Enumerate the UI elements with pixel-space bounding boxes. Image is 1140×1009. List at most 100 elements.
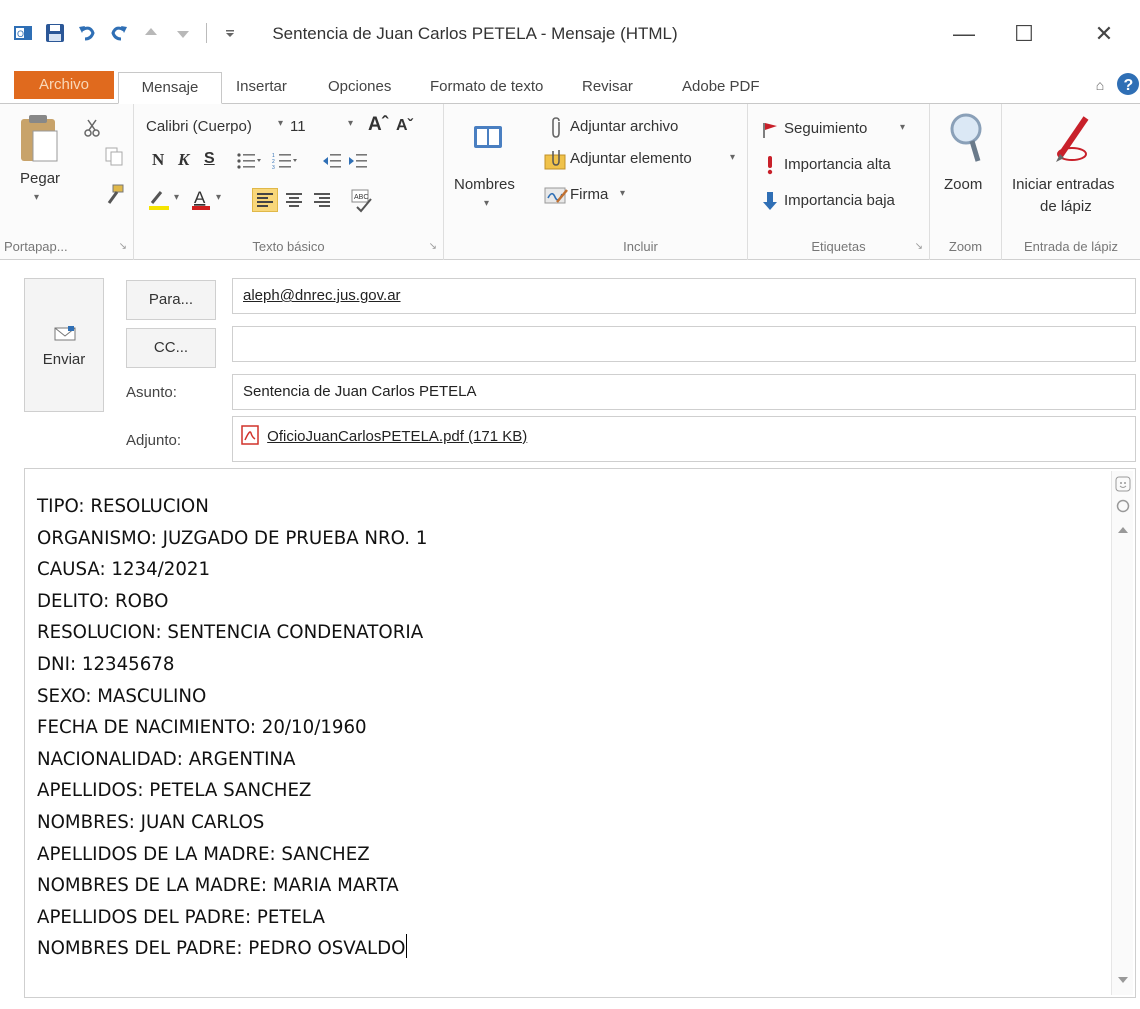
attachment-file[interactable]: OficioJuanCarlosPETELA.pdf (171 KB) [267, 428, 527, 445]
signature-button[interactable]: Firma [570, 186, 608, 203]
up-arrow-icon[interactable] [138, 20, 164, 46]
scroll-down-icon[interactable] [1114, 971, 1132, 989]
cc-field[interactable] [232, 326, 1136, 362]
customize-icon[interactable] [217, 20, 243, 46]
low-importance-button[interactable]: Importancia baja [784, 192, 895, 209]
italic-button[interactable]: K [178, 150, 189, 170]
paste-button[interactable]: Pegar [20, 170, 60, 187]
paste-dropdown-icon[interactable]: ▾ [34, 192, 39, 203]
body-line: APELLIDOS: PETELA SANCHEZ [37, 780, 312, 802]
font-name-dropdown-icon[interactable]: ▾ [278, 118, 283, 129]
format-painter-icon[interactable] [102, 182, 126, 206]
to-recipient[interactable]: aleph@dnrec.jus.gov.ar [243, 287, 401, 304]
body-line: FECHA DE NACIMIENTO: 20/10/1960 [37, 717, 367, 739]
high-importance-icon[interactable] [760, 154, 780, 176]
browse-object-icon[interactable] [1114, 497, 1132, 515]
attach-item-button[interactable]: Adjuntar elemento [570, 150, 692, 167]
group-tags: Seguimiento ▾ Importancia alta Importanc… [748, 104, 930, 260]
group-zoom: Zoom Zoom [930, 104, 1002, 260]
tab-formato-de-texto[interactable]: Formato de texto [420, 72, 553, 104]
attach-file-button[interactable]: Adjuntar archivo [570, 118, 678, 135]
emoji-icon[interactable] [1114, 475, 1132, 493]
clipboard-launcher-icon[interactable]: ↘ [119, 241, 127, 252]
paperclip-icon[interactable] [544, 116, 568, 140]
group-label-clipboard: Portapap... [4, 239, 68, 254]
align-right-icon[interactable] [310, 188, 334, 212]
ink-pen-icon[interactable] [1048, 110, 1098, 166]
body-text[interactable]: TIPO: RESOLUCION ORGANISMO: JUZGADO DE PR… [37, 491, 427, 965]
minimize-ribbon-icon[interactable]: ⌂ [1090, 74, 1110, 96]
save-icon[interactable] [42, 20, 68, 46]
quick-access-toolbar: O [10, 18, 243, 48]
shrink-font-icon[interactable]: Aˇ [396, 117, 413, 135]
close-button[interactable]: ✕ [1080, 14, 1128, 54]
attach-item-dropdown-icon[interactable]: ▾ [730, 152, 735, 163]
message-body[interactable]: TIPO: RESOLUCION ORGANISMO: JUZGADO DE PR… [24, 468, 1136, 998]
low-importance-icon[interactable] [760, 190, 780, 212]
bold-button[interactable]: N [152, 150, 164, 170]
body-line: APELLIDOS DEL PADRE: PETELA [37, 906, 325, 928]
follow-up-dropdown-icon[interactable]: ▾ [900, 122, 905, 133]
start-inking-button[interactable]: Iniciar entradas [1012, 176, 1115, 193]
scroll-up-icon[interactable] [1114, 521, 1132, 539]
flag-icon[interactable] [760, 120, 780, 140]
font-color-icon[interactable]: A [188, 186, 214, 212]
subject-field[interactable]: Sentencia de Juan Carlos PETELA [232, 374, 1136, 410]
tab-insertar[interactable]: Insertar [226, 72, 297, 104]
cut-icon[interactable] [80, 116, 104, 140]
down-arrow-icon[interactable] [170, 20, 196, 46]
minimize-button[interactable]: — [940, 14, 988, 54]
vertical-scrollbar[interactable] [1111, 471, 1133, 995]
outlook-icon[interactable]: O [10, 20, 36, 46]
redo-icon[interactable] [106, 20, 132, 46]
font-size-select[interactable]: 11 [290, 118, 306, 135]
subject-label: Asunto: [126, 384, 177, 401]
zoom-icon[interactable] [942, 110, 990, 168]
tab-mensaje[interactable]: Mensaje [118, 72, 222, 104]
increase-indent-icon[interactable] [346, 150, 370, 172]
basic-text-launcher-icon[interactable]: ↘ [429, 241, 437, 252]
grow-font-icon[interactable]: Aˆ [368, 114, 388, 136]
decrease-indent-icon[interactable] [320, 150, 344, 172]
highlight-icon[interactable] [146, 188, 172, 212]
address-book-icon[interactable] [468, 118, 508, 158]
names-button[interactable]: Nombres [454, 176, 515, 193]
body-line: SEXO: MASCULINO [37, 685, 207, 707]
zoom-button[interactable]: Zoom [944, 176, 982, 193]
paste-icon[interactable] [14, 112, 64, 166]
spelling-icon[interactable]: ABC [348, 186, 376, 214]
send-button[interactable]: Enviar [24, 278, 104, 412]
attach-item-icon[interactable] [542, 146, 570, 172]
bullets-icon[interactable] [234, 150, 264, 172]
attachment-field: OficioJuanCarlosPETELA.pdf (171 KB) [232, 416, 1136, 462]
to-button[interactable]: Para... [126, 280, 216, 320]
to-field[interactable]: aleph@dnrec.jus.gov.ar [232, 278, 1136, 314]
cc-button[interactable]: CC... [126, 328, 216, 368]
send-icon [47, 323, 83, 345]
font-color-dropdown-icon[interactable]: ▾ [216, 192, 221, 203]
names-dropdown-icon[interactable]: ▾ [484, 198, 489, 209]
tab-archivo[interactable]: Archivo [14, 71, 114, 99]
tab-adobe-pdf[interactable]: Adobe PDF [672, 72, 770, 104]
tags-launcher-icon[interactable]: ↘ [915, 241, 923, 252]
align-left-icon[interactable] [252, 188, 278, 212]
undo-icon[interactable] [74, 20, 100, 46]
underline-button[interactable]: S [204, 150, 215, 168]
tab-revisar[interactable]: Revisar [572, 72, 643, 104]
align-center-icon[interactable] [282, 188, 306, 212]
maximize-button[interactable]: ☐ [1000, 14, 1048, 54]
highlight-dropdown-icon[interactable]: ▾ [174, 192, 179, 203]
tab-opciones[interactable]: Opciones [318, 72, 401, 104]
group-ink: Iniciar entradas de lápiz Entrada de láp… [1002, 104, 1140, 260]
font-name-select[interactable]: Calibri (Cuerpo) [146, 118, 252, 135]
font-size-dropdown-icon[interactable]: ▾ [348, 118, 353, 129]
group-names: Nombres ▾ [444, 104, 534, 260]
signature-dropdown-icon[interactable]: ▾ [620, 188, 625, 199]
numbering-icon[interactable]: 123 [270, 150, 300, 172]
body-line: NOMBRES: JUAN CARLOS [37, 811, 265, 833]
signature-icon[interactable] [542, 182, 570, 208]
follow-up-button[interactable]: Seguimiento [784, 120, 867, 137]
copy-icon[interactable] [102, 144, 126, 168]
high-importance-button[interactable]: Importancia alta [784, 156, 891, 173]
help-icon[interactable]: ? [1116, 72, 1140, 96]
